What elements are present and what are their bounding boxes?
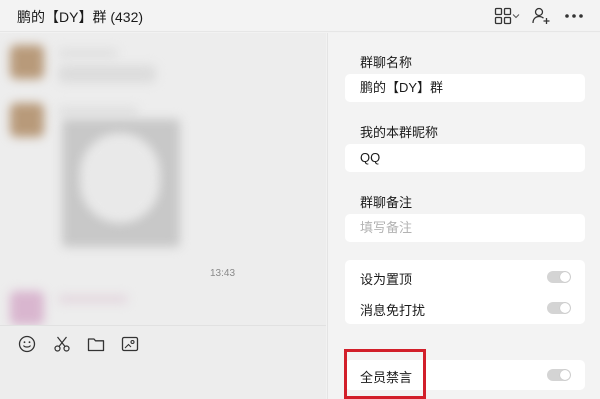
sender-name [58,49,118,57]
avatar [10,291,44,325]
message-bubble [58,65,156,83]
input-toolbar [0,325,326,399]
mute-toggle[interactable] [547,302,571,314]
chat-history[interactable]: 13:43 [0,33,326,325]
image-message-content [80,133,160,223]
sender-name [58,295,128,303]
scissors-icon[interactable] [52,334,72,354]
avatar [10,45,44,79]
add-member-icon[interactable] [530,5,552,27]
remark-field[interactable]: 填写备注 [345,214,585,242]
nickname-field[interactable]: QQ [345,144,585,172]
emoji-icon[interactable] [17,334,37,354]
toggle-knob [560,370,570,380]
group-settings-panel: 群聊名称 鹏的【DY】群 我的本群昵称 QQ 群聊备注 填写备注 设为置顶 消息… [327,33,600,399]
message-timestamp: 13:43 [210,268,236,279]
nickname-label: 我的本群昵称 [360,125,439,140]
mute-label: 消息免打扰 [360,303,426,318]
avatar [10,103,44,137]
group-name-label: 群聊名称 [360,55,413,70]
pin-toggle[interactable] [547,271,571,283]
toggle-knob [560,303,570,313]
folder-icon[interactable] [86,334,106,354]
more-icon[interactable] [563,5,585,27]
screenshot-icon[interactable] [120,334,140,354]
pin-label: 设为置顶 [360,272,413,287]
chevron-down-icon[interactable] [511,5,521,27]
highlight-box [344,349,426,399]
sender-name [58,107,138,115]
settings-card: 设为置顶 消息免打扰 [345,260,585,324]
group-title: 鹏的【DY】群 (432) [17,9,144,25]
remark-label: 群聊备注 [360,195,413,210]
chat-header: 鹏的【DY】群 (432) [0,0,600,32]
all-mute-toggle[interactable] [547,369,571,381]
group-name-field[interactable]: 鹏的【DY】群 [345,74,585,102]
toggle-knob [560,272,570,282]
